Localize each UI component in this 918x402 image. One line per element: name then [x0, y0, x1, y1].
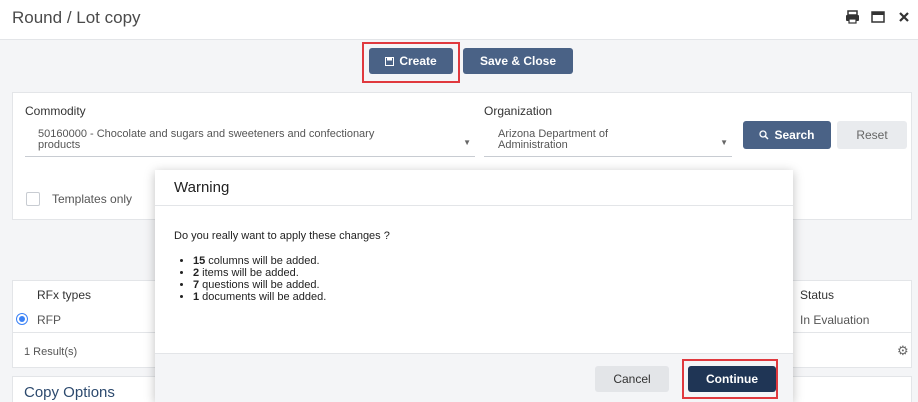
search-button[interactable]: Search — [743, 121, 831, 149]
maximize-icon[interactable] — [870, 9, 886, 25]
close-icon[interactable] — [896, 9, 912, 25]
search-icon — [759, 130, 770, 140]
commodity-label: Commodity — [25, 104, 86, 118]
column-header-rfx-types: RFx types — [37, 288, 92, 302]
dialog-title: Warning — [174, 179, 230, 196]
table-row-rfx-type: RFP — [37, 313, 61, 327]
printer-icon[interactable] — [844, 9, 860, 25]
templates-only-label: Templates only — [52, 192, 133, 206]
results-count: 1 Result(s) — [24, 346, 78, 358]
column-header-status: Status — [800, 288, 835, 302]
create-button-highlight — [362, 42, 460, 83]
window-title: Round / Lot copy — [12, 8, 141, 27]
commodity-value-line1: 50160000 - Chocolate and sugars and swee… — [38, 128, 375, 140]
gear-icon[interactable]: ⚙ — [897, 343, 909, 359]
copy-options-title: Copy Options — [24, 384, 115, 401]
changes-list: 15 columns will be added. 2 items will b… — [193, 256, 326, 304]
list-item: 7 questions will be added. — [193, 280, 326, 291]
list-item: 2 items will be added. — [193, 268, 326, 279]
save-close-button[interactable]: Save & Close — [463, 48, 573, 74]
list-item: 1 documents will be added. — [193, 292, 326, 303]
continue-button-highlight — [682, 359, 778, 399]
commodity-select[interactable]: 50160000 - Chocolate and sugars and swee… — [25, 127, 475, 157]
table-row-radio[interactable] — [16, 313, 28, 325]
chevron-down-icon: ▼ — [720, 138, 728, 147]
templates-only-checkbox[interactable] — [26, 192, 40, 206]
dialog-question: Do you really want to apply these change… — [174, 230, 390, 242]
search-button-label: Search — [774, 128, 815, 142]
window-controls — [844, 9, 912, 25]
cancel-button[interactable]: Cancel — [595, 366, 669, 392]
reset-button[interactable]: Reset — [837, 121, 907, 149]
dialog-header: Warning — [155, 170, 793, 206]
commodity-value-line2: products — [38, 139, 81, 151]
window-titlebar: Round / Lot copy — [0, 0, 918, 40]
table-row-status: In Evaluation — [800, 313, 870, 327]
organization-value-line2: Administration — [498, 139, 568, 151]
chevron-down-icon: ▼ — [463, 138, 471, 147]
organization-select[interactable]: Arizona Department of Administration ▼ — [484, 127, 732, 157]
organization-label: Organization — [484, 104, 553, 118]
list-item: 15 columns will be added. — [193, 256, 326, 267]
